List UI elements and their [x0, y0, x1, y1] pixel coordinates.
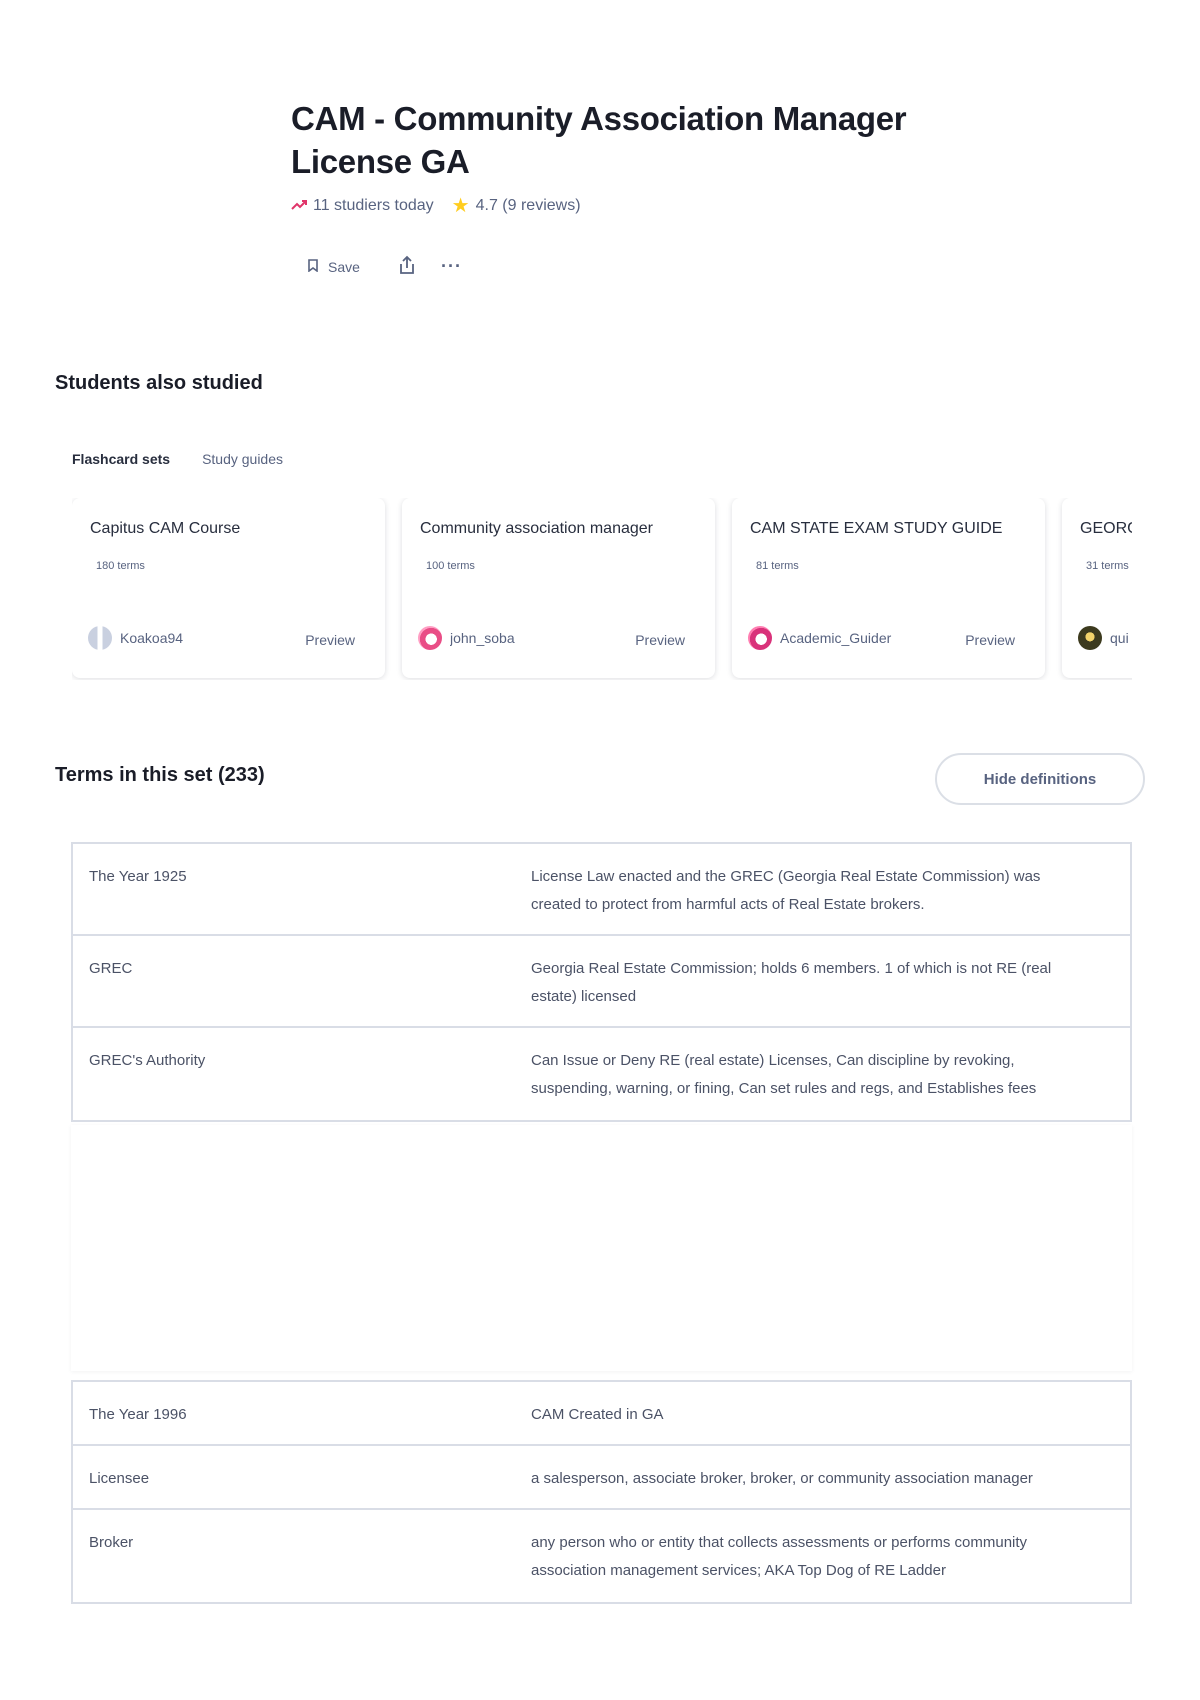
avatar [88, 626, 112, 650]
term-definition: CAM Created in GA [531, 1406, 664, 1423]
card-title: CAM STATE EXAM STUDY GUIDE [750, 520, 1003, 537]
share-icon [398, 255, 416, 278]
avatar [418, 626, 442, 650]
term-word: The Year 1996 [89, 1406, 187, 1423]
rating-text[interactable]: 4.7 (9 reviews) [476, 197, 581, 215]
save-button[interactable]: Save [308, 259, 378, 275]
avatar [1078, 626, 1102, 650]
preview-button[interactable]: Preview [305, 632, 355, 648]
set-actions: Save ··· [308, 255, 462, 278]
term-word: Broker [89, 1534, 134, 1551]
terms-table-continued: The Year 1996 CAM Created in GA Licensee… [71, 1380, 1132, 1604]
table-row: The Year 1925 License Law enacted and th… [73, 844, 1130, 936]
avatar [748, 626, 772, 650]
studiers-count: 11 studiers today [313, 197, 434, 214]
table-row: GREC Georgia Real Estate Commission; hol… [73, 936, 1130, 1028]
term-word: GREC's Authority [89, 1052, 206, 1069]
term-word: The Year 1925 [89, 868, 187, 885]
more-options-button[interactable]: ··· [441, 256, 462, 277]
related-set-card[interactable]: GEORG 31 terms qui [1062, 498, 1132, 678]
card-term-count: 100 terms [426, 560, 475, 572]
preview-button[interactable]: Preview [965, 632, 1015, 648]
star-icon: ★ [451, 195, 470, 217]
term-definition: Can Issue or Deny RE (real estate) Licen… [531, 1052, 1037, 1097]
term-word: GREC [89, 960, 133, 977]
term-definition: any person who or entity that collects a… [531, 1534, 1028, 1579]
study-tabs: Flashcard sets Study guides [72, 451, 315, 467]
page-title: CAM - Community Association Manager Lice… [291, 100, 907, 180]
more-icon: ··· [441, 256, 462, 276]
table-row: Licensee a salesperson, associate broker… [73, 1446, 1130, 1510]
card-term-count: 31 terms [1086, 560, 1129, 572]
table-row: The Year 1996 CAM Created in GA [73, 1382, 1130, 1446]
card-term-count: 81 terms [756, 560, 799, 572]
share-button[interactable] [398, 255, 416, 278]
card-author[interactable]: john_soba [450, 630, 635, 646]
trending-icon [291, 198, 307, 215]
bookmark-icon [308, 258, 318, 275]
card-author[interactable]: Koakoa94 [120, 630, 305, 646]
card-author[interactable]: Academic_Guider [780, 630, 965, 646]
related-set-card[interactable]: CAM STATE EXAM STUDY GUIDE 81 terms Acad… [732, 498, 1045, 678]
save-label: Save [328, 258, 360, 275]
card-title: Community association manager [420, 520, 653, 537]
tab-study-guides[interactable]: Study guides [202, 451, 283, 467]
card-title: Capitus CAM Course [90, 520, 241, 537]
hide-definitions-button[interactable]: Hide definitions [935, 753, 1145, 805]
related-set-card[interactable]: Capitus CAM Course 180 terms Koakoa94 Pr… [72, 498, 385, 678]
terms-table: The Year 1925 License Law enacted and th… [71, 842, 1132, 1122]
card-author[interactable]: qui [1110, 630, 1132, 646]
term-definition: License Law enacted and the GREC (Georgi… [531, 868, 1041, 913]
card-title: GEORG [1080, 520, 1132, 537]
table-row: Broker any person who or entity that col… [73, 1510, 1130, 1602]
term-definition: Georgia Real Estate Commission; holds 6 … [531, 960, 1052, 1005]
card-term-count: 180 terms [96, 560, 145, 572]
related-sets-carousel: Capitus CAM Course 180 terms Koakoa94 Pr… [72, 498, 1132, 680]
set-stats: 11 studiers today ★ 4.7 (9 reviews) [291, 195, 581, 217]
table-row: GREC's Authority Can Issue or Deny RE (r… [73, 1028, 1130, 1120]
students-also-studied-heading: Students also studied [55, 372, 263, 394]
tab-flashcard-sets[interactable]: Flashcard sets [72, 451, 170, 467]
preview-button[interactable]: Preview [635, 632, 685, 648]
ad-placeholder [71, 1125, 1132, 1371]
term-word: Licensee [89, 1470, 150, 1487]
terms-heading: Terms in this set (233) [55, 764, 265, 786]
term-definition: a salesperson, associate broker, broker,… [531, 1470, 1033, 1487]
related-set-card[interactable]: Community association manager 100 terms … [402, 498, 715, 678]
